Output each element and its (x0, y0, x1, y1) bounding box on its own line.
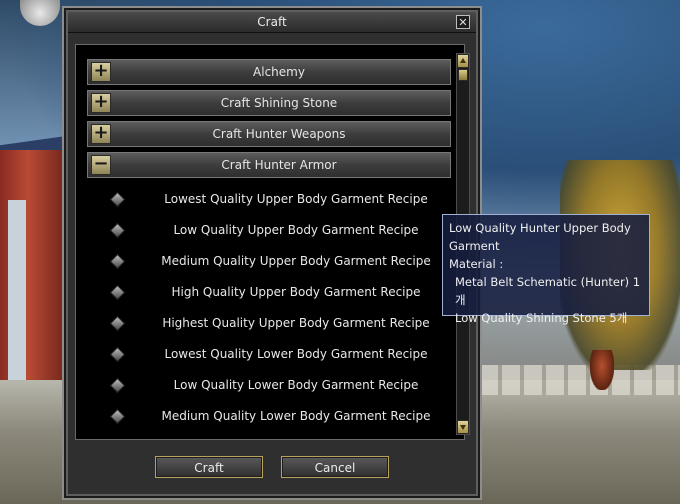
recipe-diamond-icon (109, 284, 126, 301)
recipe-item[interactable]: Medium Quality Upper Body Garment Recipe (109, 250, 452, 272)
plus-icon[interactable]: + (91, 124, 111, 144)
recipe-item[interactable]: Highest Quality Upper Body Garment Recip… (109, 312, 452, 334)
tooltip-title: Low Quality Hunter Upper Body Garment (449, 221, 631, 253)
tooltip-material: Metal Belt Schematic (Hunter) 1개 (455, 275, 641, 307)
window-titlebar[interactable]: Craft ✕ (68, 12, 476, 33)
recipe-diamond-icon (109, 253, 126, 270)
recipe-label: Low Quality Lower Body Garment Recipe (173, 378, 419, 392)
close-icon[interactable]: ✕ (456, 15, 470, 29)
category-craft-shining-stone[interactable]: + Craft Shining Stone (87, 90, 451, 116)
recipe-item[interactable]: Low Quality Lower Body Garment Recipe (109, 374, 452, 396)
recipe-diamond-icon (109, 222, 126, 239)
scroll-down-arrow-icon[interactable] (457, 420, 469, 434)
recipe-item[interactable]: Lowest Quality Lower Body Garment Recipe (109, 343, 452, 365)
category-label: Alchemy (253, 65, 305, 79)
plus-icon[interactable]: + (91, 93, 111, 113)
recipe-label: Lowest Quality Upper Body Garment Recipe (164, 192, 428, 206)
plus-icon[interactable]: + (91, 62, 111, 82)
recipe-diamond-icon (109, 191, 126, 208)
recipe-label: Medium Quality Upper Body Garment Recipe (161, 254, 431, 268)
recipe-label: Highest Quality Upper Body Garment Recip… (162, 316, 430, 330)
category-craft-hunter-weapons[interactable]: + Craft Hunter Weapons (87, 121, 451, 147)
background-pillar (8, 200, 26, 400)
recipe-label: High Quality Upper Body Garment Recipe (171, 285, 421, 299)
recipe-diamond-icon (109, 346, 126, 363)
recipe-label: Medium Quality Lower Body Garment Recipe (161, 409, 431, 423)
category-craft-hunter-armor[interactable]: − Craft Hunter Armor (87, 152, 451, 178)
craft-window: Craft ✕ + Alchemy + Craft Shining Stone … (62, 6, 482, 500)
recipe-tooltip: Low Quality Hunter Upper Body Garment Ma… (442, 214, 650, 325)
scroll-thumb[interactable] (458, 69, 468, 81)
cancel-button[interactable]: Cancel (281, 456, 389, 478)
recipe-label: Lowest Quality Lower Body Garment Recipe (164, 347, 428, 361)
recipe-diamond-icon (109, 377, 126, 394)
recipe-list-panel: + Alchemy + Craft Shining Stone + Craft … (75, 44, 470, 440)
recipe-item[interactable]: Medium Quality Lower Body Garment Recipe (109, 405, 452, 427)
recipe-item[interactable]: Lowest Quality Upper Body Garment Recipe (109, 188, 452, 210)
category-label: Craft Hunter Weapons (212, 127, 346, 141)
window-title: Craft (257, 15, 287, 29)
recipe-item[interactable]: High Quality Upper Body Garment Recipe (109, 281, 452, 303)
game-character[interactable] (590, 350, 614, 390)
scroll-up-arrow-icon[interactable] (457, 54, 469, 68)
craft-button[interactable]: Craft (155, 456, 263, 478)
category-alchemy[interactable]: + Alchemy (87, 59, 451, 85)
tooltip-material: Low Quality Shining Stone 5개 (455, 311, 628, 325)
recipe-item[interactable]: Low Quality Upper Body Garment Recipe (109, 219, 452, 241)
tooltip-material-label: Material : (449, 257, 504, 271)
category-label: Craft Hunter Armor (221, 158, 337, 172)
category-label: Craft Shining Stone (220, 96, 338, 110)
recipe-diamond-icon (109, 315, 126, 332)
recipe-diamond-icon (109, 408, 126, 425)
recipe-label: Low Quality Upper Body Garment Recipe (173, 223, 419, 237)
minus-icon[interactable]: − (91, 155, 111, 175)
